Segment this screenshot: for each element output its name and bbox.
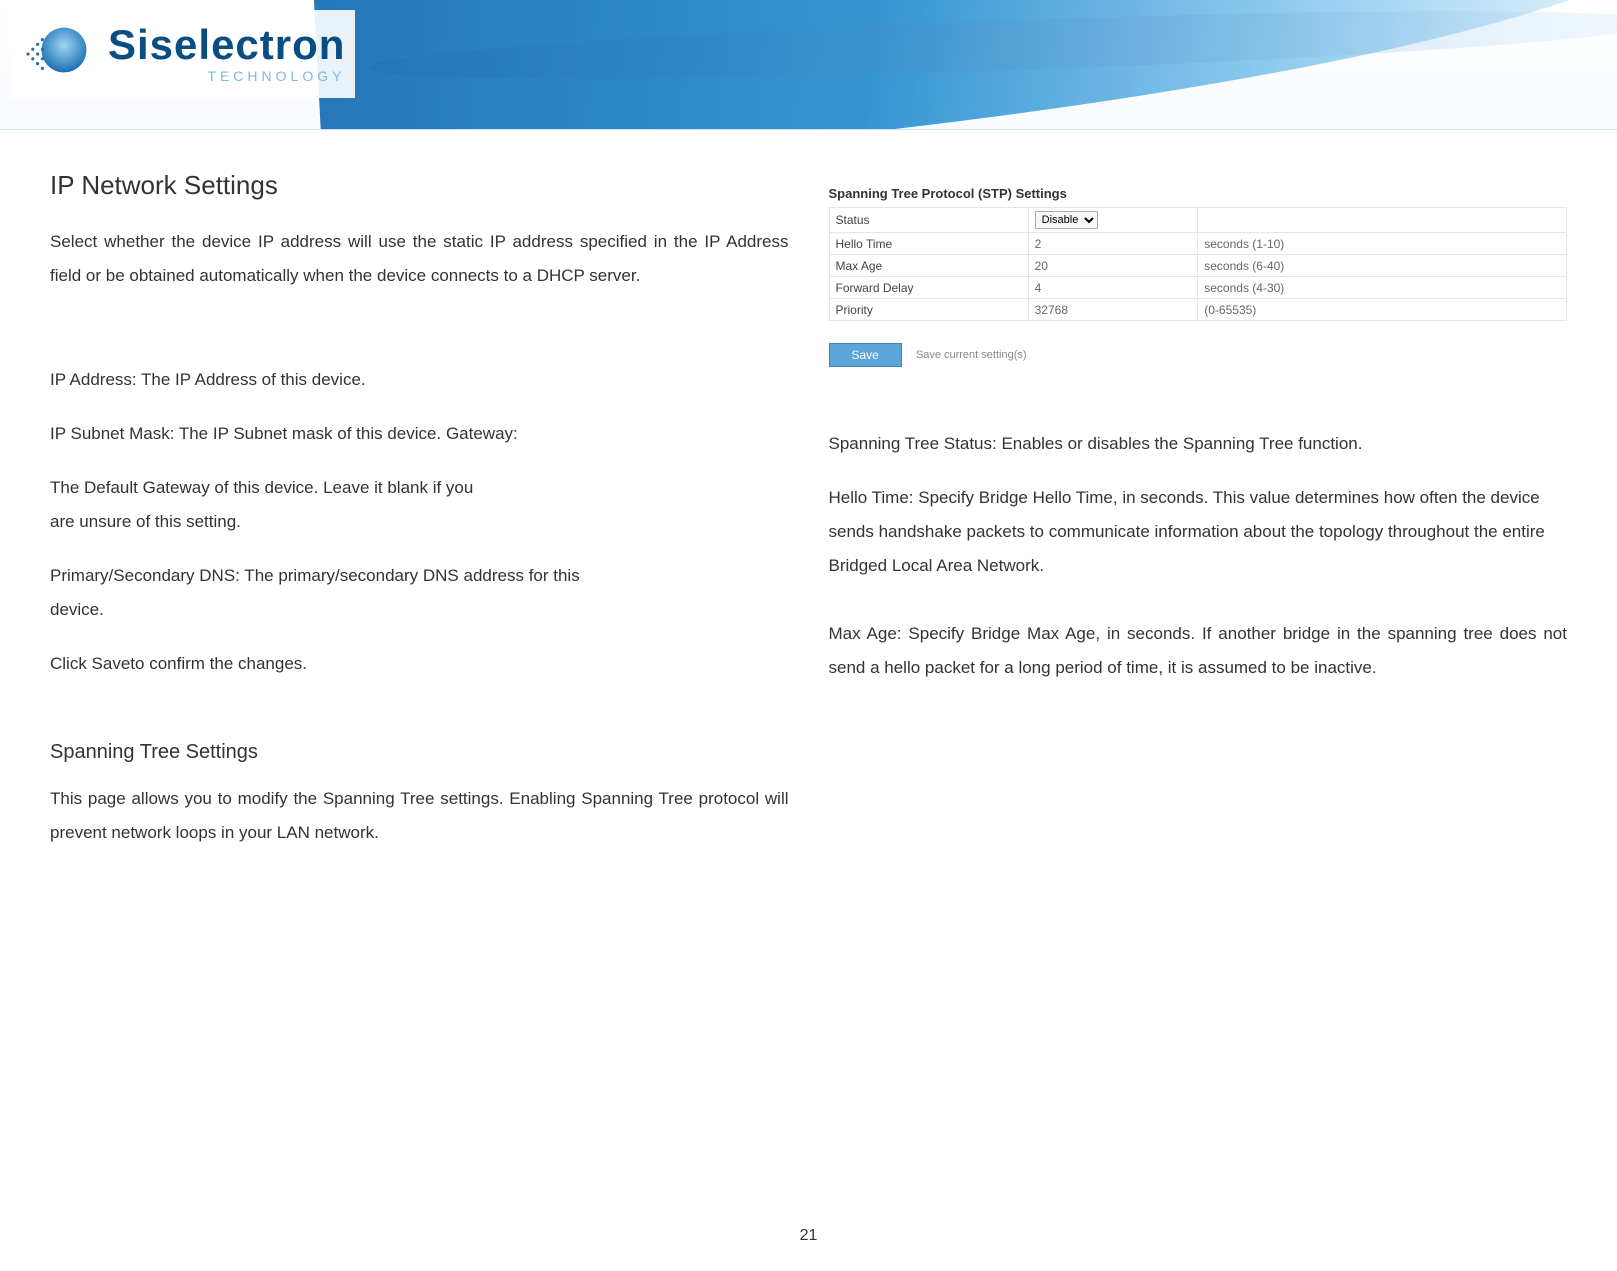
- maxage-hint: seconds (6-40): [1198, 255, 1567, 277]
- stp-settings-panel: Spanning Tree Protocol (STP) Settings St…: [829, 186, 1568, 367]
- heading-ip-network: IP Network Settings: [50, 170, 789, 201]
- fwd-label: Forward Delay: [829, 277, 1028, 299]
- fwd-hint: seconds (4-30): [1198, 277, 1567, 299]
- ip-subnet-def: IP Subnet Mask: The IP Subnet mask of th…: [50, 417, 789, 451]
- save-button[interactable]: Save: [829, 343, 902, 367]
- table-row: Forward Delay 4 seconds (4-30): [829, 277, 1567, 299]
- stp-table: Status Disable Hello Time 2 seconds (1-1…: [829, 207, 1568, 321]
- save-hint: Save current setting(s): [916, 349, 1027, 361]
- status-label: Status: [829, 208, 1028, 233]
- hello-time-def: Hello Time: Specify Bridge Hello Time, i…: [829, 481, 1568, 583]
- table-row: Status Disable: [829, 208, 1567, 233]
- stp-intro-text: This page allows you to modify the Spann…: [50, 782, 789, 850]
- max-age-def: Max Age: Specify Bridge Max Age, in seco…: [829, 617, 1568, 685]
- maxage-label: Max Age: [829, 255, 1028, 277]
- stp-panel-title: Spanning Tree Protocol (STP) Settings: [829, 186, 1568, 201]
- table-row: Max Age 20 seconds (6-40): [829, 255, 1567, 277]
- page-number: 21: [0, 1227, 1617, 1245]
- dns-def: Primary/Secondary DNS: The primary/secon…: [50, 559, 580, 627]
- header-banner: Siselectron TECHNOLOGY: [0, 0, 1617, 130]
- click-save-text: Click Saveto confirm the changes.: [50, 647, 789, 681]
- prio-value: 32768: [1028, 299, 1198, 321]
- prio-hint: (0-65535): [1198, 299, 1567, 321]
- prio-label: Priority: [829, 299, 1028, 321]
- hello-value: 2: [1028, 233, 1198, 255]
- brand-name: Siselectron: [108, 24, 345, 66]
- stp-status-def: Spanning Tree Status: Enables or disable…: [829, 427, 1389, 461]
- heading-stp-settings: Spanning Tree Settings: [50, 741, 789, 764]
- brand-logo: Siselectron TECHNOLOGY: [10, 10, 355, 98]
- hello-label: Hello Time: [829, 233, 1028, 255]
- table-row: Hello Time 2 seconds (1-10): [829, 233, 1567, 255]
- ip-intro-text: Select whether the device IP address wil…: [50, 225, 789, 293]
- right-column: Spanning Tree Protocol (STP) Settings St…: [829, 170, 1568, 870]
- ip-address-def: IP Address: The IP Address of this devic…: [50, 363, 789, 397]
- brand-sub: TECHNOLOGY: [108, 68, 345, 84]
- hello-hint: seconds (1-10): [1198, 233, 1567, 255]
- status-select[interactable]: Disable: [1035, 211, 1098, 229]
- left-column: IP Network Settings Select whether the d…: [50, 170, 789, 870]
- fwd-value: 4: [1028, 277, 1198, 299]
- table-row: Priority 32768 (0-65535): [829, 299, 1567, 321]
- gateway-def: The Default Gateway of this device. Leav…: [50, 471, 480, 539]
- maxage-value: 20: [1028, 255, 1198, 277]
- globe-dots-icon: [20, 14, 100, 94]
